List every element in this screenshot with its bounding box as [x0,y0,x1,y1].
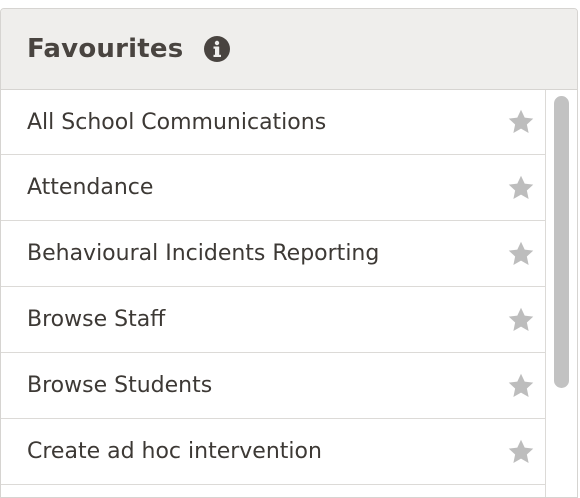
favourites-list: All School Communications Attendance Beh… [1,90,547,485]
list-item[interactable]: Browse Staff [1,287,547,353]
list-item-label: Browse Staff [27,307,166,332]
star-icon[interactable] [505,304,537,336]
list-item-label: Create ad hoc intervention [27,439,322,464]
scrollbar-thumb[interactable] [554,96,569,388]
list-item-label: Browse Students [27,373,213,398]
star-icon[interactable] [505,436,537,468]
star-icon[interactable] [505,238,537,270]
star-icon[interactable] [505,106,537,138]
list-item-label: Behavioural Incidents Reporting [27,241,380,266]
favourites-panel: Favourites All School Communications Att… [0,8,578,498]
list-item[interactable]: Attendance [1,155,547,221]
list-item[interactable]: Behavioural Incidents Reporting [1,221,547,287]
favourites-list-viewport: All School Communications Attendance Beh… [1,90,577,497]
panel-title: Favourites [27,34,184,64]
list-item[interactable]: Create ad hoc intervention [1,419,547,485]
scrollbar-track[interactable] [545,90,577,497]
list-item-label: All School Communications [27,109,327,135]
info-icon[interactable] [203,35,231,63]
star-icon[interactable] [505,370,537,402]
panel-header: Favourites [1,9,577,90]
list-item[interactable]: All School Communications [1,90,547,155]
list-item-label: Attendance [27,175,154,200]
list-item[interactable]: Browse Students [1,353,547,419]
star-icon[interactable] [505,172,537,204]
